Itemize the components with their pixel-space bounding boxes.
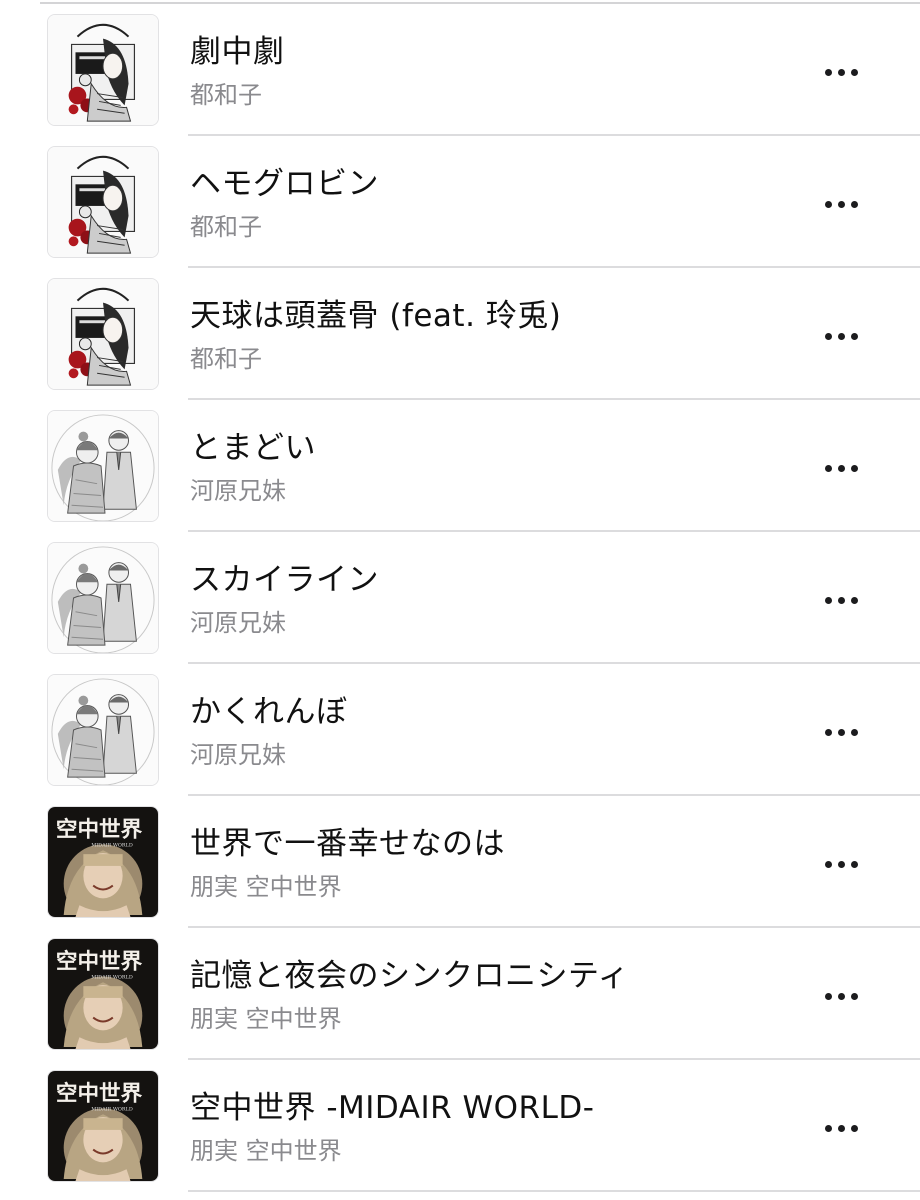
song-artist: 河原兄妹 [190, 741, 286, 769]
more-button[interactable] [812, 448, 870, 488]
song-row[interactable]: 空中世界 MIDAIR WORLD 記憶と夜会のシンクロニシティ 朋実 空中世界 [0, 928, 920, 1060]
song-title: ヘモグロビン [190, 166, 379, 202]
sketch-siblings-artwork [47, 410, 159, 522]
song-artist: 都和子 [190, 345, 262, 373]
song-row[interactable]: かくれんぼ 河原兄妹 [0, 664, 920, 796]
more-button[interactable] [812, 184, 870, 224]
song-row[interactable]: スカイライン 河原兄妹 [0, 532, 920, 664]
song-artist: 朋実 空中世界 [190, 1137, 342, 1165]
artwork-title-text: 空中世界 [56, 816, 143, 842]
song-row[interactable]: 劇中劇 都和子 [0, 4, 920, 136]
midair-world-artwork: 空中世界 MIDAIR WORLD [47, 1070, 159, 1182]
more-button[interactable] [812, 712, 870, 752]
song-list: 劇中劇 都和子 ヘモグロビン 都和子 天球は頭蓋骨 (feat. 玲兎) 都和子… [0, 4, 920, 1192]
gothic-girl-artwork [47, 146, 159, 258]
gothic-girl-artwork [47, 14, 159, 126]
song-title: 劇中劇 [190, 34, 285, 70]
more-button[interactable] [812, 1108, 870, 1148]
more-button[interactable] [812, 976, 870, 1016]
song-row[interactable]: 空中世界 MIDAIR WORLD 空中世界 -MIDAIR WORLD- 朋実… [0, 1060, 920, 1192]
song-artist: 都和子 [190, 213, 262, 241]
artwork-title-text: 空中世界 [56, 948, 143, 974]
more-horizontal-icon [824, 992, 832, 1000]
song-artist: 朋実 空中世界 [190, 1005, 342, 1033]
more-horizontal-icon [824, 1124, 832, 1132]
song-row[interactable]: ヘモグロビン 都和子 [0, 136, 920, 268]
midair-world-artwork: 空中世界 MIDAIR WORLD [47, 806, 159, 918]
more-horizontal-icon [824, 200, 832, 208]
more-horizontal-icon [824, 860, 832, 868]
song-artist: 河原兄妹 [190, 477, 286, 505]
song-row[interactable]: 天球は頭蓋骨 (feat. 玲兎) 都和子 [0, 268, 920, 400]
song-title: 世界で一番幸せなのは [190, 826, 505, 862]
more-button[interactable] [812, 844, 870, 884]
song-title: スカイライン [190, 562, 379, 598]
song-title: 空中世界 -MIDAIR WORLD- [190, 1090, 595, 1126]
more-horizontal-icon [824, 728, 832, 736]
song-row[interactable]: 空中世界 MIDAIR WORLD 世界で一番幸せなのは 朋実 空中世界 [0, 796, 920, 928]
song-title: 天球は頭蓋骨 (feat. 玲兎) [190, 298, 562, 334]
song-title: かくれんぼ [190, 694, 348, 730]
song-title: とまどい [190, 430, 316, 466]
song-artist: 都和子 [190, 81, 262, 109]
more-horizontal-icon [824, 464, 832, 472]
song-artist: 河原兄妹 [190, 609, 286, 637]
more-horizontal-icon [824, 332, 832, 340]
song-artist: 朋実 空中世界 [190, 873, 342, 901]
artwork-title-text: 空中世界 [56, 1080, 143, 1106]
more-button[interactable] [812, 316, 870, 356]
sketch-siblings-artwork [47, 674, 159, 786]
midair-world-artwork: 空中世界 MIDAIR WORLD [47, 938, 159, 1050]
more-button[interactable] [812, 52, 870, 92]
artwork-subtitle-text: MIDAIR WORLD [91, 1106, 133, 1112]
sketch-siblings-artwork [47, 542, 159, 654]
gothic-girl-artwork [47, 278, 159, 390]
song-title: 記憶と夜会のシンクロニシティ [190, 958, 630, 994]
artwork-subtitle-text: MIDAIR WORLD [91, 974, 133, 980]
more-horizontal-icon [824, 68, 832, 76]
more-horizontal-icon [824, 596, 832, 604]
artwork-subtitle-text: MIDAIR WORLD [91, 842, 133, 848]
song-row[interactable]: とまどい 河原兄妹 [0, 400, 920, 532]
more-button[interactable] [812, 580, 870, 620]
